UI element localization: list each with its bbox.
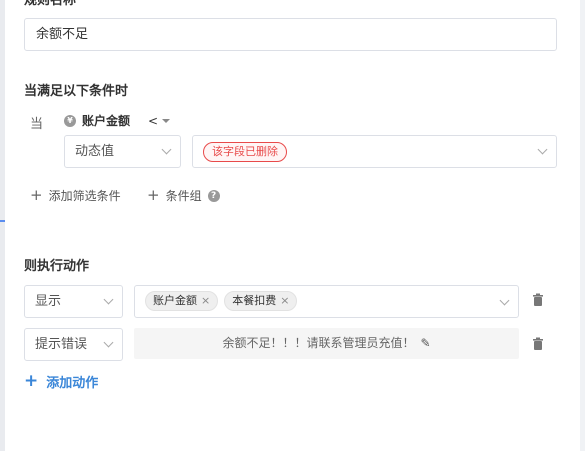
field-tag-label: 本餐扣费 (232, 294, 277, 307)
field-tag: 账户金额 × (145, 290, 219, 311)
value-type-select[interactable]: 动态值 (64, 135, 181, 168)
chevron-down-icon (103, 337, 114, 348)
coin-icon: ¥ (64, 114, 76, 127)
field-tag-label: 账户金额 (153, 294, 197, 307)
field-tag: 本餐扣费 × (224, 290, 298, 311)
pencil-icon[interactable]: ✎ (420, 328, 430, 359)
rule-name-label: 规则名称 (24, 0, 77, 8)
operator-value: < (148, 114, 159, 128)
chevron-down-icon (161, 144, 172, 155)
chevron-down-icon (537, 144, 548, 155)
add-action-button[interactable]: + 添加动作 (24, 371, 99, 392)
action-type-value: 显示 (35, 294, 62, 309)
close-icon[interactable]: × (201, 285, 210, 316)
plus-icon: + (147, 186, 160, 204)
rule-name-input[interactable]: 余额不足 (24, 18, 557, 51)
trash-icon[interactable] (531, 293, 545, 307)
action-type-value: 提示错误 (35, 337, 88, 352)
add-action-label: 添加动作 (46, 376, 99, 391)
value-select[interactable]: 该字段已删除 (192, 135, 557, 168)
left-panel-edge (0, 0, 5, 451)
condition-section-title: 当满足以下条件时 (24, 84, 129, 99)
left-panel-marker (0, 220, 5, 222)
close-icon[interactable]: × (280, 285, 289, 316)
when-label: 当 (30, 117, 44, 132)
action-section-title: 则执行动作 (24, 259, 90, 274)
action-type-select-2[interactable]: 提示错误 (24, 328, 123, 361)
scrollbar-track[interactable] (580, 0, 585, 451)
chevron-down-icon (103, 294, 114, 305)
add-filter-button[interactable]: + 添加筛选条件 (30, 187, 121, 204)
error-message-text: 余额不足！！！请联系管理员充值！ (222, 336, 415, 350)
display-fields-select[interactable]: 账户金额 × 本餐扣费 × (134, 285, 519, 318)
error-message-field[interactable]: 余额不足！！！请联系管理员充值！ ✎ (134, 328, 519, 359)
add-group-button[interactable]: + 条件组 ? (147, 187, 220, 204)
chevron-down-icon (499, 295, 510, 306)
deleted-field-tag: 该字段已删除 (203, 142, 287, 162)
value-type-value: 动态值 (75, 144, 115, 159)
condition-field[interactable]: ¥ 账户金额 (64, 112, 130, 129)
help-icon[interactable]: ? (207, 189, 220, 202)
operator-select[interactable]: < (148, 114, 171, 128)
plus-icon: + (30, 186, 43, 204)
caret-down-icon (162, 119, 171, 123)
action-type-select-1[interactable]: 显示 (24, 285, 123, 318)
plus-icon: + (24, 371, 39, 391)
trash-icon[interactable] (531, 337, 545, 351)
condition-field-name: 账户金额 (82, 114, 131, 128)
add-filter-label: 添加筛选条件 (48, 189, 121, 203)
add-group-label: 条件组 (165, 189, 202, 203)
